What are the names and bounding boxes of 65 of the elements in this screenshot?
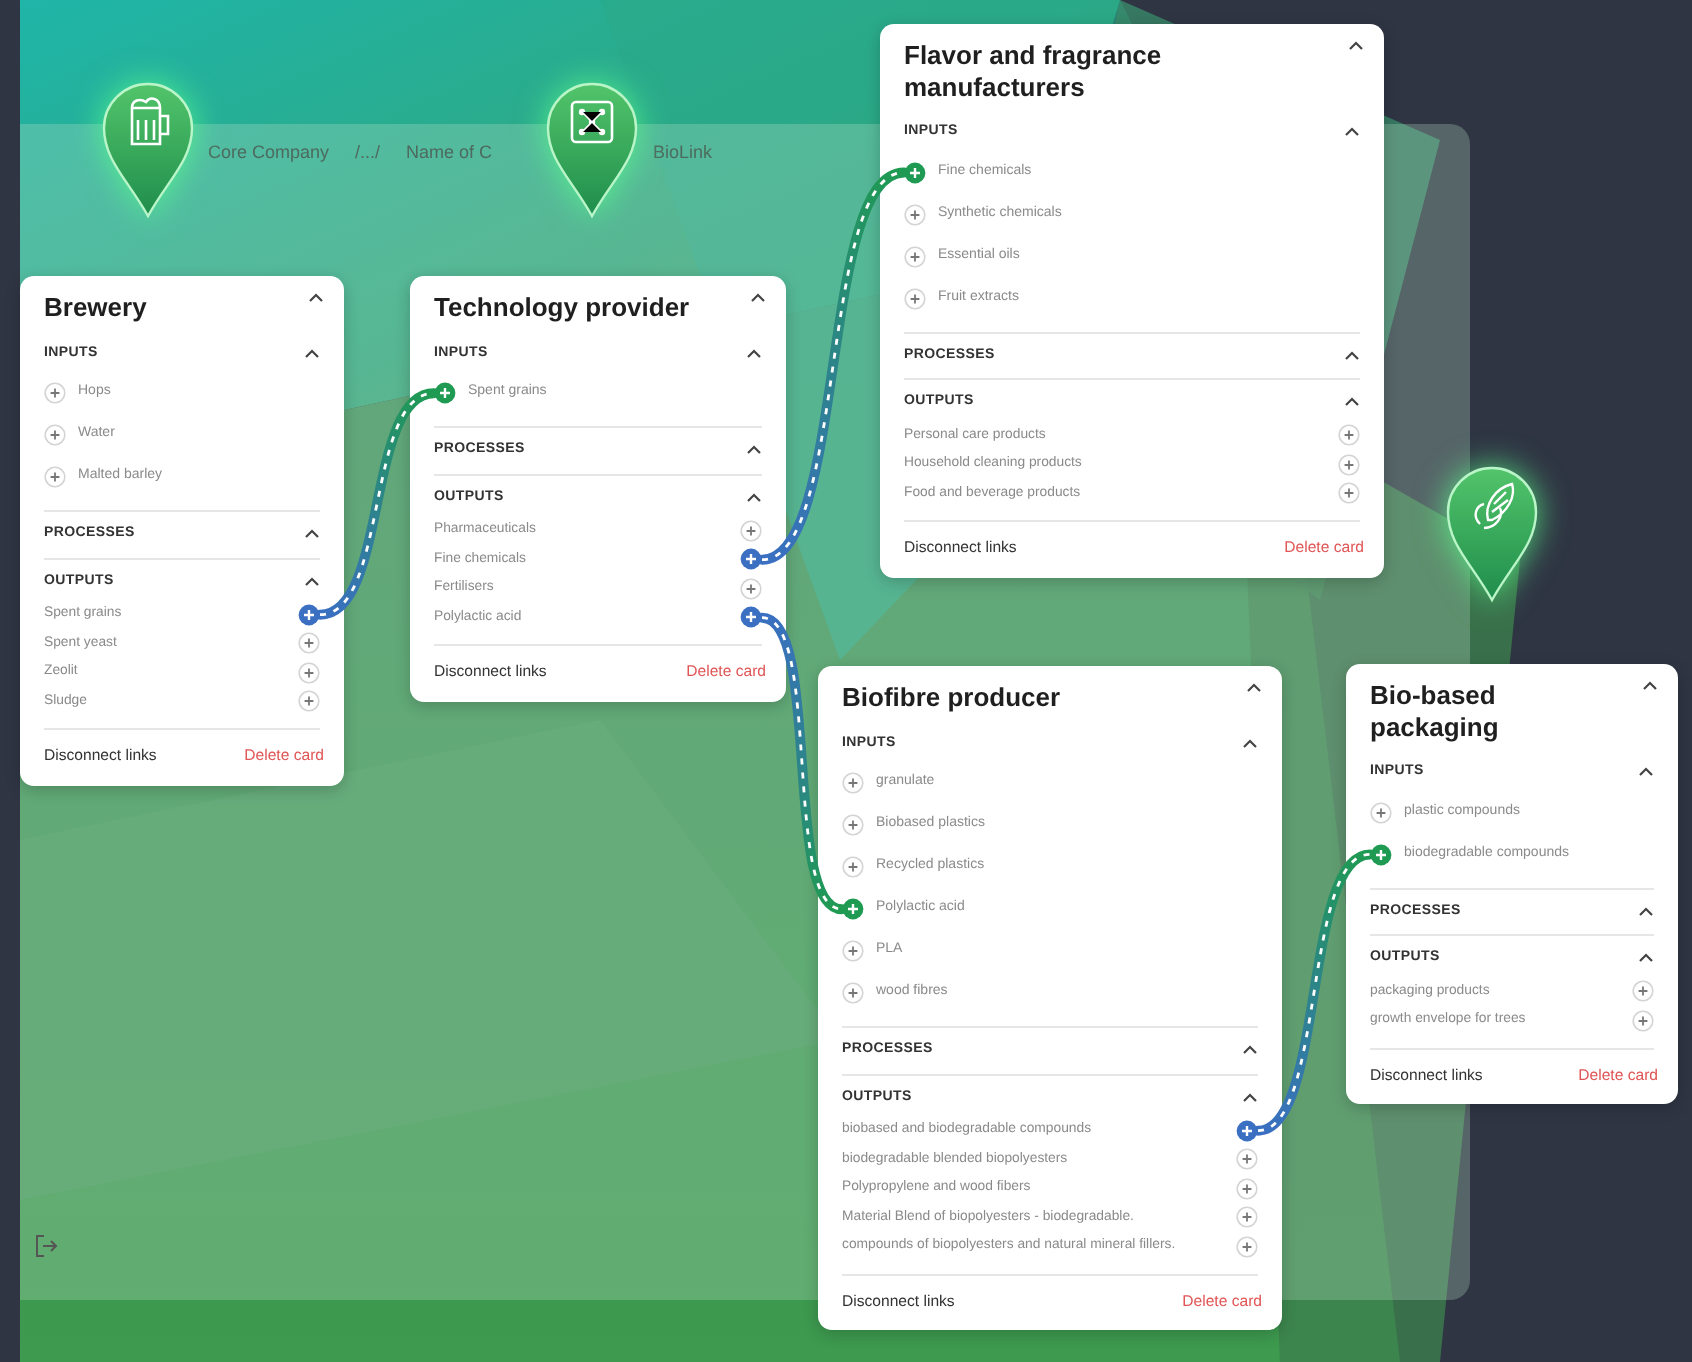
- collapse-caret-icon[interactable]: [1642, 680, 1658, 692]
- collapse-caret-icon[interactable]: [1344, 396, 1360, 409]
- beer-mug-pin-icon: [100, 80, 196, 220]
- add-connector-icon[interactable]: [1236, 1177, 1258, 1200]
- linked-connector-icon[interactable]: [1236, 1119, 1258, 1142]
- linked-connector-icon[interactable]: [434, 382, 456, 405]
- add-connector-icon[interactable]: [1236, 1206, 1258, 1229]
- add-connector-icon[interactable]: [842, 814, 864, 837]
- add-connector-icon[interactable]: [44, 466, 66, 489]
- collapse-caret-icon[interactable]: [746, 347, 762, 360]
- add-connector-icon[interactable]: [298, 632, 320, 655]
- collapse-caret-icon[interactable]: [750, 292, 766, 304]
- add-connector-icon[interactable]: [1236, 1235, 1258, 1258]
- add-connector-icon[interactable]: [1632, 980, 1654, 1003]
- collapse-caret-icon[interactable]: [1344, 126, 1360, 139]
- collapse-caret-icon[interactable]: [1242, 737, 1258, 750]
- add-connector-icon[interactable]: [1632, 1009, 1654, 1032]
- breadcrumb-item[interactable]: Name of C: [406, 140, 493, 167]
- linked-connector-icon[interactable]: [740, 606, 762, 629]
- add-connector-icon[interactable]: [904, 245, 926, 268]
- collapse-caret-icon[interactable]: [1638, 905, 1654, 918]
- add-connector-icon[interactable]: [740, 519, 762, 542]
- linked-connector-icon[interactable]: [842, 898, 864, 921]
- breadcrumb-item[interactable]: BioLink: [652, 140, 712, 167]
- add-connector-icon[interactable]: [44, 382, 66, 405]
- card-title: Flavor and fragrance manufacturers: [904, 40, 1164, 103]
- linked-connector-icon[interactable]: [1370, 843, 1392, 866]
- collapse-caret-icon[interactable]: [1344, 349, 1360, 362]
- add-connector-icon[interactable]: [740, 577, 762, 600]
- collapse-caret-icon[interactable]: [304, 528, 320, 541]
- add-connector-icon[interactable]: [298, 661, 320, 684]
- linked-connector-icon[interactable]: [740, 548, 762, 571]
- collapse-caret-icon[interactable]: [1242, 1044, 1258, 1057]
- collapse-caret-icon[interactable]: [1638, 766, 1654, 779]
- add-connector-icon[interactable]: [1236, 1148, 1258, 1171]
- logout-icon[interactable]: [34, 1234, 58, 1258]
- collapse-caret-icon[interactable]: [1242, 1091, 1258, 1104]
- add-connector-icon[interactable]: [1338, 482, 1360, 505]
- breadcrumb-item[interactable]: Core Company: [208, 140, 330, 167]
- add-connector-icon[interactable]: [842, 856, 864, 879]
- add-connector-icon[interactable]: [842, 940, 864, 963]
- collapse-caret-icon[interactable]: [1246, 682, 1262, 694]
- collapse-caret-icon[interactable]: [304, 575, 320, 588]
- add-connector-icon[interactable]: [842, 772, 864, 795]
- add-connector-icon[interactable]: [904, 203, 926, 226]
- linked-connector-icon[interactable]: [904, 161, 926, 184]
- collapse-caret-icon[interactable]: [1348, 40, 1364, 52]
- add-connector-icon[interactable]: [1370, 801, 1392, 824]
- collapse-caret-icon[interactable]: [746, 491, 762, 504]
- collapse-caret-icon[interactable]: [308, 292, 324, 304]
- collapse-caret-icon[interactable]: [746, 444, 762, 457]
- card-title: Brewery: [44, 292, 147, 324]
- card-title: Technology provider: [434, 292, 690, 324]
- card-title: Bio-based packaging: [1370, 680, 1501, 743]
- add-connector-icon[interactable]: [44, 424, 66, 447]
- add-connector-icon[interactable]: [298, 690, 320, 713]
- collapse-caret-icon[interactable]: [304, 347, 320, 360]
- add-connector-icon[interactable]: [1338, 424, 1360, 447]
- breadcrumb-item[interactable]: /.../: [355, 140, 381, 167]
- add-connector-icon[interactable]: [1338, 453, 1360, 476]
- add-connector-icon[interactable]: [904, 287, 926, 310]
- collapse-caret-icon[interactable]: [1638, 952, 1654, 965]
- card-title: Biofibre producer: [842, 682, 1061, 714]
- linked-connector-icon[interactable]: [298, 603, 320, 626]
- add-connector-icon[interactable]: [842, 982, 864, 1005]
